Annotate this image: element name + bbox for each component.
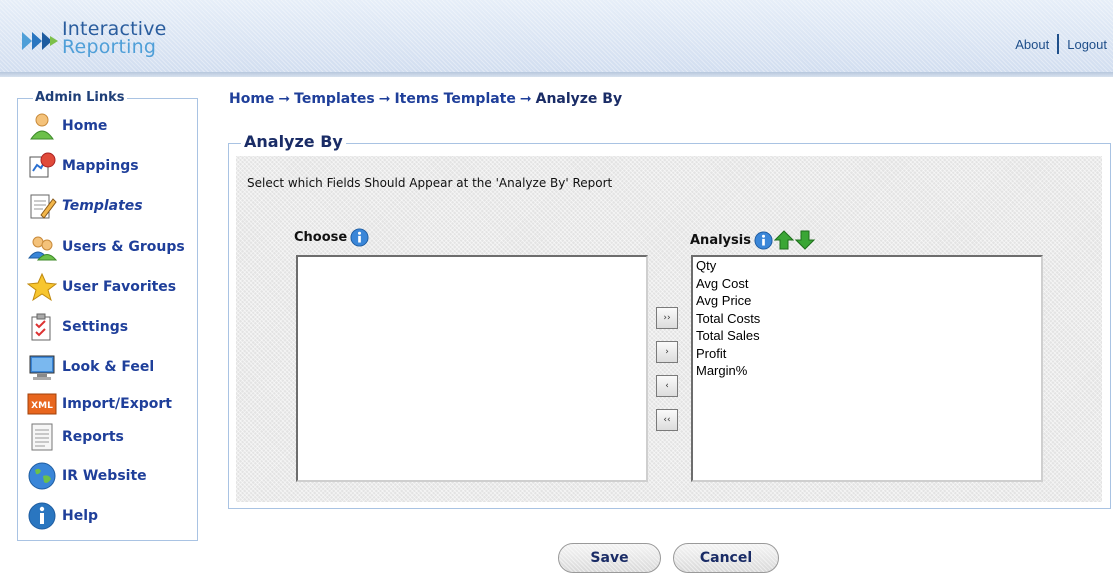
choose-listbox[interactable] <box>296 255 648 482</box>
sidebar-item-help[interactable]: Help <box>25 498 98 534</box>
breadcrumb-home[interactable]: Home <box>229 91 274 107</box>
settings-icon <box>25 310 59 344</box>
breadcrumb-separator: ➞ <box>519 91 532 107</box>
help-icon <box>25 499 59 533</box>
breadcrumb-items-template[interactable]: Items Template <box>394 91 515 107</box>
sidebar-item-settings[interactable]: Settings <box>25 309 128 345</box>
sidebar-item-label: Users & Groups <box>62 239 185 255</box>
users-groups-icon <box>25 230 59 264</box>
instructions-text: Select which Fields Should Appear at the… <box>247 176 613 190</box>
page-title: Analyze By <box>241 132 346 151</box>
reports-icon <box>25 420 59 454</box>
logo-line-2: Reporting <box>62 36 157 58</box>
choose-info-icon[interactable] <box>350 228 369 247</box>
sidebar-item-user-favorites[interactable]: User Favorites <box>25 269 176 305</box>
move-down-arrow-icon[interactable] <box>794 230 815 250</box>
breadcrumb: Home ➞ Templates ➞ Items Template ➞ Analyze By <box>229 91 622 107</box>
sidebar-item-label: Home <box>62 118 108 134</box>
templates-icon <box>25 189 59 223</box>
analyze-by-panel: Select which Fields Should Appear at the… <box>236 156 1102 502</box>
sidebar-item-reports[interactable]: Reports <box>25 419 124 455</box>
choose-label-text: Choose <box>294 230 348 245</box>
move-all-right-button[interactable]: ›› <box>656 307 678 329</box>
sidebar-item-label: Import/Export <box>62 396 172 412</box>
analysis-listbox[interactable]: Qty Avg Cost Avg Price Total Costs Total Sal… <box>691 255 1043 482</box>
logout-link[interactable]: Logout <box>1067 37 1107 52</box>
analysis-label-text: Analysis <box>690 232 751 248</box>
monitor-icon <box>25 350 59 384</box>
list-item[interactable]: Avg Price <box>693 292 1041 310</box>
sidebar-item-ir-website[interactable]: IR Website <box>25 458 147 494</box>
sidebar-item-templates[interactable]: Templates <box>25 188 143 224</box>
admin-links-title: Admin Links <box>33 90 127 105</box>
xml-icon: XML <box>25 387 59 421</box>
list-item[interactable]: Avg Cost <box>693 275 1041 293</box>
move-all-left-button[interactable]: ‹‹ <box>656 409 678 431</box>
sidebar-item-import-export[interactable]: XML Import/Export <box>25 386 172 422</box>
list-item[interactable]: Total Costs <box>693 310 1041 328</box>
logo: Interactive Reporting <box>20 18 190 60</box>
globe-icon <box>25 459 59 493</box>
breadcrumb-templates[interactable]: Templates <box>294 91 375 107</box>
admin-links-panel: Admin Links Home Mappings Templates User… <box>17 90 198 541</box>
move-left-button[interactable]: ‹ <box>656 375 678 397</box>
about-link[interactable]: About <box>1015 37 1049 52</box>
mappings-icon <box>25 149 59 183</box>
list-item[interactable]: Qty <box>693 257 1041 275</box>
analyze-by-section: Analyze By Select which Fields Should Ap… <box>228 132 1111 509</box>
sidebar-item-label: Templates <box>62 198 143 214</box>
sidebar-item-label: Look & Feel <box>62 359 155 375</box>
sidebar-item-label: Settings <box>62 319 129 335</box>
move-up-arrow-icon[interactable] <box>773 230 794 250</box>
app-header: Interactive Reporting About Logout <box>0 0 1113 72</box>
sidebar-item-home[interactable]: Home <box>25 108 107 144</box>
sidebar-item-label: Reports <box>62 429 124 445</box>
cancel-button[interactable]: Cancel <box>673 543 779 573</box>
sidebar-item-mappings[interactable]: Mappings <box>25 148 139 184</box>
header-divider <box>0 72 1113 77</box>
sidebar-item-label: User Favorites <box>62 279 177 295</box>
analysis-label: Analysis <box>690 230 815 250</box>
top-links: About Logout <box>1015 34 1107 54</box>
logo-arrows-icon <box>22 32 58 50</box>
sidebar-item-label: IR Website <box>62 468 147 484</box>
logo-text: Interactive Reporting <box>62 20 167 58</box>
sidebar-item-label: Mappings <box>62 158 139 174</box>
analysis-info-icon[interactable] <box>754 230 773 250</box>
sidebar-item-users-groups[interactable]: Users & Groups <box>25 229 185 265</box>
sidebar-item-label: Help <box>62 508 99 524</box>
list-item[interactable]: Total Sales <box>693 327 1041 345</box>
user-home-icon <box>25 109 59 143</box>
breadcrumb-separator: ➞ <box>278 91 291 107</box>
link-separator <box>1057 34 1060 54</box>
breadcrumb-separator: ➞ <box>378 91 391 107</box>
svg-text:XML: XML <box>31 401 53 411</box>
sidebar-item-look-feel[interactable]: Look & Feel <box>25 349 154 385</box>
move-right-button[interactable]: › <box>656 341 678 363</box>
list-item[interactable]: Margin% <box>693 362 1041 380</box>
save-button[interactable]: Save <box>558 543 661 573</box>
choose-label: Choose <box>294 228 369 247</box>
breadcrumb-current: Analyze By <box>535 91 623 107</box>
star-icon <box>25 270 59 304</box>
list-item[interactable]: Profit <box>693 345 1041 363</box>
